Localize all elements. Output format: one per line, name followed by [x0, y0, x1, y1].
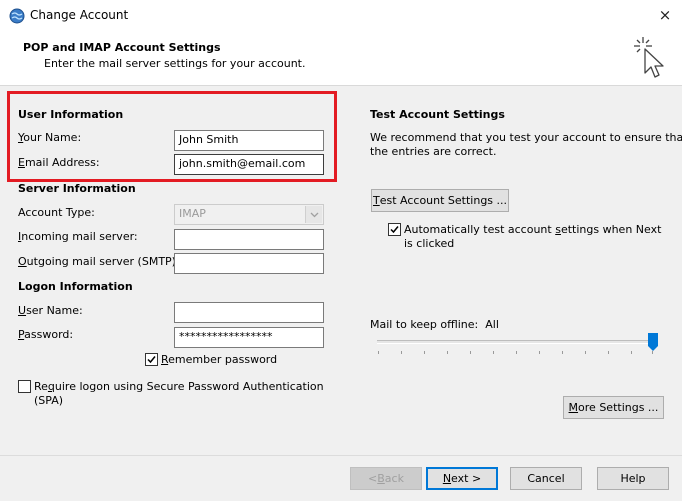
mail-offline-value: All	[485, 318, 499, 331]
incoming-server-input[interactable]	[174, 229, 324, 250]
account-type-combo: IMAP	[174, 204, 324, 225]
test-settings-section-title: Test Account Settings	[370, 108, 505, 121]
password-input[interactable]: *****************	[174, 327, 324, 348]
outgoing-server-label: Outgoing mail server (SMTP):	[18, 255, 180, 268]
user-name-input[interactable]	[174, 302, 324, 323]
footer-divider	[0, 455, 682, 456]
server-info-section-title: Server Information	[18, 182, 136, 195]
cancel-button[interactable]: Cancel	[510, 467, 582, 490]
offline-slider-thumb[interactable]	[648, 333, 658, 351]
close-icon[interactable]: ×	[650, 3, 680, 27]
user-name-label: User Name:	[18, 304, 83, 317]
auto-test-label[interactable]: Automatically test account settings when…	[404, 223, 661, 251]
help-button[interactable]: Help	[597, 467, 669, 490]
slider-tick	[493, 351, 494, 354]
test-settings-description: We recommend that you test your account …	[370, 131, 682, 158]
slider-tick	[401, 351, 402, 354]
slider-tick	[562, 351, 563, 354]
remember-password-checkbox[interactable]	[145, 353, 158, 366]
slider-tick	[516, 351, 517, 354]
your-name-label: Your Name:	[18, 131, 82, 144]
email-address-input[interactable]: john.smith@email.com	[174, 154, 324, 175]
slider-tick	[424, 351, 425, 354]
account-type-label: Account Type:	[18, 206, 95, 219]
next-button[interactable]: Next >	[426, 467, 498, 490]
slider-tick	[631, 351, 632, 354]
offline-slider-track[interactable]	[377, 340, 654, 344]
slider-tick	[378, 351, 379, 354]
header-subtitle: Enter the mail server settings for your …	[44, 57, 306, 70]
checkmark-icon	[390, 226, 399, 234]
outgoing-server-input[interactable]	[174, 253, 324, 274]
outlook-globe-icon	[9, 8, 25, 24]
chevron-down-icon	[305, 206, 322, 223]
slider-tick	[470, 351, 471, 354]
test-account-settings-button[interactable]: Test Account Settings ...	[371, 189, 509, 212]
mail-offline-label: Mail to keep offline: All	[370, 318, 499, 331]
incoming-server-label: Incoming mail server:	[18, 230, 138, 243]
slider-tick	[652, 351, 653, 354]
spa-checkbox[interactable]	[18, 380, 31, 393]
account-type-value: IMAP	[179, 207, 206, 220]
email-address-label: Email Address:	[18, 156, 100, 169]
slider-tick	[447, 351, 448, 354]
slider-tick	[539, 351, 540, 354]
user-info-section-title: User Information	[18, 108, 124, 121]
back-button[interactable]: < Back	[350, 467, 422, 490]
slider-tick	[608, 351, 609, 354]
slider-tick	[585, 351, 586, 354]
remember-password-label[interactable]: Remember password	[161, 353, 277, 366]
window-title: Change Account	[30, 8, 129, 22]
dialog-header: POP and IMAP Account Settings Enter the …	[0, 31, 682, 86]
password-label: Password:	[18, 328, 74, 341]
your-name-input[interactable]: John Smith	[174, 130, 324, 151]
checkmark-icon	[147, 356, 156, 364]
auto-test-checkbox[interactable]	[388, 223, 401, 236]
pointer-click-icon	[634, 37, 664, 78]
header-title: POP and IMAP Account Settings	[23, 41, 221, 54]
logon-info-section-title: Logon Information	[18, 280, 133, 293]
spa-label[interactable]: Require logon using Secure Password Auth…	[34, 380, 324, 408]
more-settings-button[interactable]: More Settings ...	[563, 396, 664, 419]
